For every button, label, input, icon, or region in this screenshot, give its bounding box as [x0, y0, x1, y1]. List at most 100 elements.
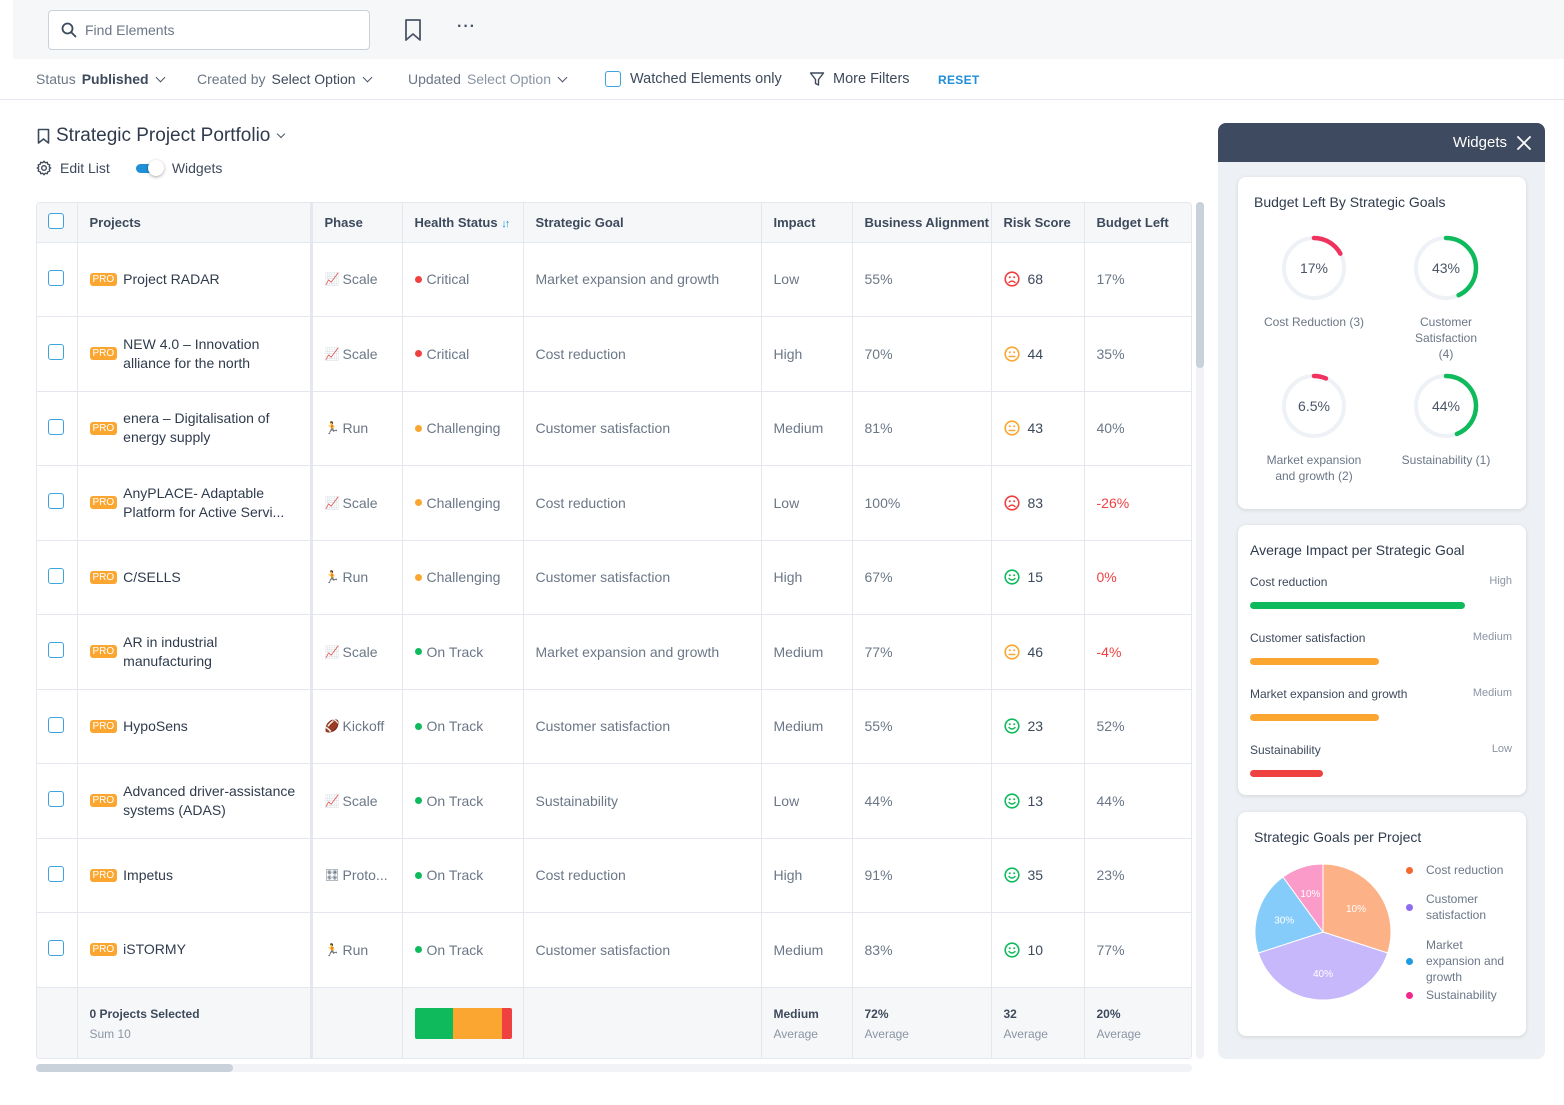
project-cell[interactable]: PRO iSTORMY — [77, 912, 313, 988]
close-icon[interactable] — [1517, 135, 1531, 150]
list-title-dropdown[interactable]: Strategic Project Portfolio — [37, 125, 286, 147]
impact-cell: High — [761, 316, 853, 392]
project-cell[interactable]: PRO HypoSens — [77, 689, 313, 764]
column-header-phase[interactable]: Phase — [311, 203, 403, 243]
column-header-strategic-goal[interactable]: Strategic Goal — [523, 203, 762, 243]
legend-item[interactable]: Cost reduction — [1406, 862, 1526, 878]
legend-item[interactable]: Market expansion and growth — [1406, 937, 1526, 985]
legend-item[interactable]: Customer satisfaction — [1406, 891, 1526, 923]
pro-badge: PRO — [89, 794, 118, 808]
widgets-toggle[interactable] — [135, 160, 164, 176]
goals-pie-widget: Strategic Goals per Project 10% 40% 30% 10%… — [1238, 812, 1526, 1036]
table-row[interactable]: PRO enera – Digitalisation of energy supp… — [37, 391, 1191, 466]
project-name[interactable]: HypoSens — [123, 717, 188, 736]
legend-item[interactable]: Sustainability — [1406, 987, 1526, 1003]
column-header-impact[interactable]: Impact — [761, 203, 853, 243]
table-row[interactable]: PRO C/SELLS 🏃 Run Challenging Customer satisf… — [37, 540, 1191, 615]
vertical-scrollbar[interactable] — [1196, 202, 1204, 1059]
risk-score-value: 10 — [1027, 941, 1044, 958]
project-cell[interactable]: PRO NEW 4.0 – Innovation alliance for the… — [77, 316, 313, 392]
budget-left-cell: 0% — [1084, 540, 1191, 615]
search-box[interactable] — [48, 10, 370, 50]
chevron-down-icon — [557, 72, 568, 82]
horizontal-scrollbar[interactable] — [36, 1064, 1192, 1072]
column-header-projects[interactable]: Projects — [77, 203, 313, 243]
phase-cell: 🏈 Kickoff — [311, 689, 403, 764]
project-cell[interactable]: PRO C/SELLS — [77, 540, 313, 615]
bookmark-icon[interactable] — [402, 17, 424, 43]
widgets-panel-title: Widgets — [1452, 134, 1507, 151]
project-name[interactable]: Impetus — [123, 866, 173, 885]
risk-happy-face-icon — [1003, 942, 1020, 958]
reset-button[interactable]: RESET — [938, 73, 980, 87]
project-name[interactable]: enera – Digitalisation of energy supply — [123, 409, 309, 447]
impact-bar — [1250, 658, 1379, 665]
table-row[interactable]: PRO AnyPLACE- Adaptable Platform for Acti… — [37, 465, 1191, 541]
project-name[interactable]: AR in industrial manufacturing — [123, 633, 309, 671]
table-row[interactable]: PRO Impetus 🎛 Proto... On Track Cost reductio… — [37, 838, 1191, 913]
more-filters-button[interactable]: More Filters — [809, 71, 910, 87]
table-row[interactable]: PRO Project RADAR 📈 Scale Critical Market exp… — [37, 242, 1191, 317]
row-checkbox[interactable] — [48, 344, 64, 361]
watched-only-filter[interactable]: Watched Elements only — [605, 71, 782, 87]
project-name[interactable]: NEW 4.0 – Innovation alliance for the no… — [123, 335, 309, 373]
column-header-health-status[interactable]: Health Status ↓↑ — [402, 203, 524, 243]
row-checkbox[interactable] — [48, 940, 64, 957]
risk-score-value: 68 — [1027, 271, 1044, 288]
created-by-filter[interactable]: Created by Select Option — [197, 71, 372, 87]
more-options-icon[interactable]: ··· — [457, 18, 479, 40]
edit-list-button[interactable]: Edit List — [36, 160, 110, 176]
impact-cell: Medium — [761, 689, 853, 764]
row-checkbox[interactable] — [48, 716, 64, 733]
vertical-scrollbar-thumb[interactable] — [1196, 202, 1204, 368]
row-checkbox[interactable] — [48, 493, 64, 510]
row-checkbox[interactable] — [48, 865, 64, 882]
updated-filter[interactable]: Updated Select Option — [408, 71, 568, 87]
row-checkbox[interactable] — [48, 269, 64, 286]
impact-row: Sustainability Low — [1250, 743, 1512, 777]
impact-cell: Low — [761, 465, 853, 541]
table-row[interactable]: PRO NEW 4.0 – Innovation alliance for the… — [37, 316, 1191, 392]
chevron-down-icon — [155, 72, 166, 82]
table-row[interactable]: PRO HypoSens 🏈 Kickoff On Track Customer sati… — [37, 689, 1191, 764]
column-header-business-alignment[interactable]: Business Alignment — [852, 203, 992, 243]
health-status-cell: On Track — [402, 614, 524, 690]
project-cell[interactable]: PRO AnyPLACE- Adaptable Platform for Acti… — [77, 465, 313, 541]
risk-score-cell: 10 — [991, 912, 1085, 988]
column-header-budget-left[interactable]: Budget Left — [1084, 203, 1191, 243]
select-all-checkbox[interactable] — [48, 212, 64, 229]
strategic-goal-cell: Cost reduction — [523, 465, 762, 541]
row-checkbox[interactable] — [48, 791, 64, 808]
sort-icon[interactable]: ↓↑ — [501, 218, 510, 230]
health-status-dot-icon — [414, 350, 422, 358]
risk-neutral-face-icon — [1003, 420, 1020, 436]
health-status-label: On Track — [426, 792, 484, 809]
project-cell[interactable]: PRO Project RADAR — [77, 242, 313, 317]
row-checkbox[interactable] — [48, 642, 64, 659]
watched-only-checkbox[interactable] — [605, 71, 621, 87]
project-name[interactable]: C/SELLS — [123, 568, 181, 587]
project-cell[interactable]: PRO Impetus — [77, 838, 313, 913]
horizontal-scrollbar-thumb[interactable] — [36, 1064, 233, 1072]
donut-value: 17% — [1300, 260, 1328, 276]
project-cell[interactable]: PRO Advanced driver-assistance systems (A… — [77, 763, 313, 839]
table-row[interactable]: PRO iSTORMY 🏃 Run On Track Customer satisfact… — [37, 912, 1191, 988]
project-name[interactable]: AnyPLACE- Adaptable Platform for Active … — [123, 484, 309, 522]
project-name[interactable]: Advanced driver-assistance systems (ADAS… — [123, 782, 309, 820]
column-header-risk-score[interactable]: Risk Score — [991, 203, 1085, 243]
project-name[interactable]: Project RADAR — [123, 270, 219, 289]
health-status-cell: Critical — [402, 242, 524, 317]
health-status-label: On Track — [426, 643, 484, 660]
search-input[interactable] — [85, 22, 345, 38]
phase-cell: 📈 Scale — [311, 763, 403, 839]
row-checkbox[interactable] — [48, 567, 64, 584]
table-row[interactable]: PRO Advanced driver-assistance systems (A… — [37, 763, 1191, 839]
legend-label: Cost reduction — [1426, 863, 1504, 877]
table-row[interactable]: PRO AR in industrial manufacturing 📈 Scale O… — [37, 614, 1191, 690]
row-checkbox[interactable] — [48, 418, 64, 435]
health-status-dot-icon — [414, 499, 422, 507]
project-cell[interactable]: PRO AR in industrial manufacturing — [77, 614, 313, 690]
status-filter[interactable]: Status Published — [36, 71, 166, 87]
project-name[interactable]: iSTORMY — [123, 940, 186, 959]
project-cell[interactable]: PRO enera – Digitalisation of energy supp… — [77, 391, 313, 466]
